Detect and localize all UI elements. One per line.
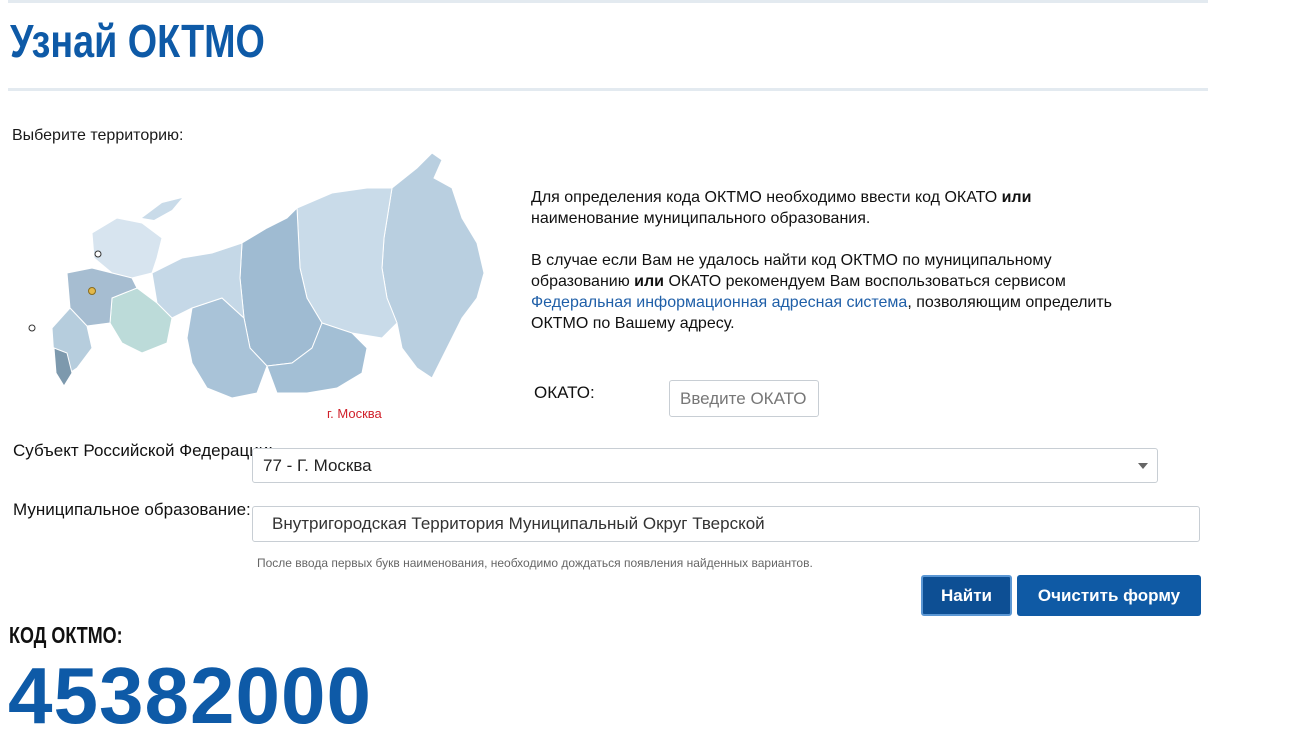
map-selected-region: г. Москва	[327, 406, 382, 421]
map-region-north-west	[91, 217, 163, 279]
okato-label: ОКАТО:	[534, 383, 595, 402]
municipal-label: Муниципальное образование:	[13, 500, 251, 519]
spb-marker	[94, 250, 102, 258]
map-region-novaya-zemlya	[142, 198, 182, 220]
select-territory-label: Выберите территорию:	[12, 127, 184, 144]
info-paragraph-2: В случае если Вам не удалось найти код О…	[531, 252, 1112, 332]
municipal-hint: После ввода первых букв наименования, не…	[257, 556, 813, 570]
subject-select[interactable]: 77 - Г. Москва	[252, 448, 1158, 483]
kaliningrad-marker	[28, 324, 36, 332]
subject-selected-value: 77 - Г. Москва	[263, 456, 372, 475]
okato-input[interactable]	[669, 380, 819, 417]
moscow-marker	[88, 287, 96, 295]
clear-form-button[interactable]: Очистить форму	[1017, 575, 1201, 616]
fias-link[interactable]: Федеральная информационная адресная сист…	[531, 294, 907, 311]
oktmo-code-value: 45382000	[8, 651, 372, 740]
municipal-input[interactable]	[252, 506, 1200, 542]
info-paragraph-1: Для определения кода ОКТМО необходимо вв…	[531, 189, 1032, 227]
page-title: Узнай ОКТМО	[10, 15, 265, 67]
russia-map[interactable]	[22, 148, 492, 410]
subject-label: Субъект Российской Федерации:	[13, 441, 273, 460]
oktmo-code-label: КОД ОКТМО:	[9, 622, 123, 648]
top-divider	[8, 0, 1208, 3]
chevron-down-icon	[1138, 463, 1148, 469]
find-button[interactable]: Найти	[921, 575, 1012, 616]
title-divider	[8, 88, 1208, 91]
info-text: Для определения кода ОКТМО необходимо вв…	[531, 187, 1131, 355]
